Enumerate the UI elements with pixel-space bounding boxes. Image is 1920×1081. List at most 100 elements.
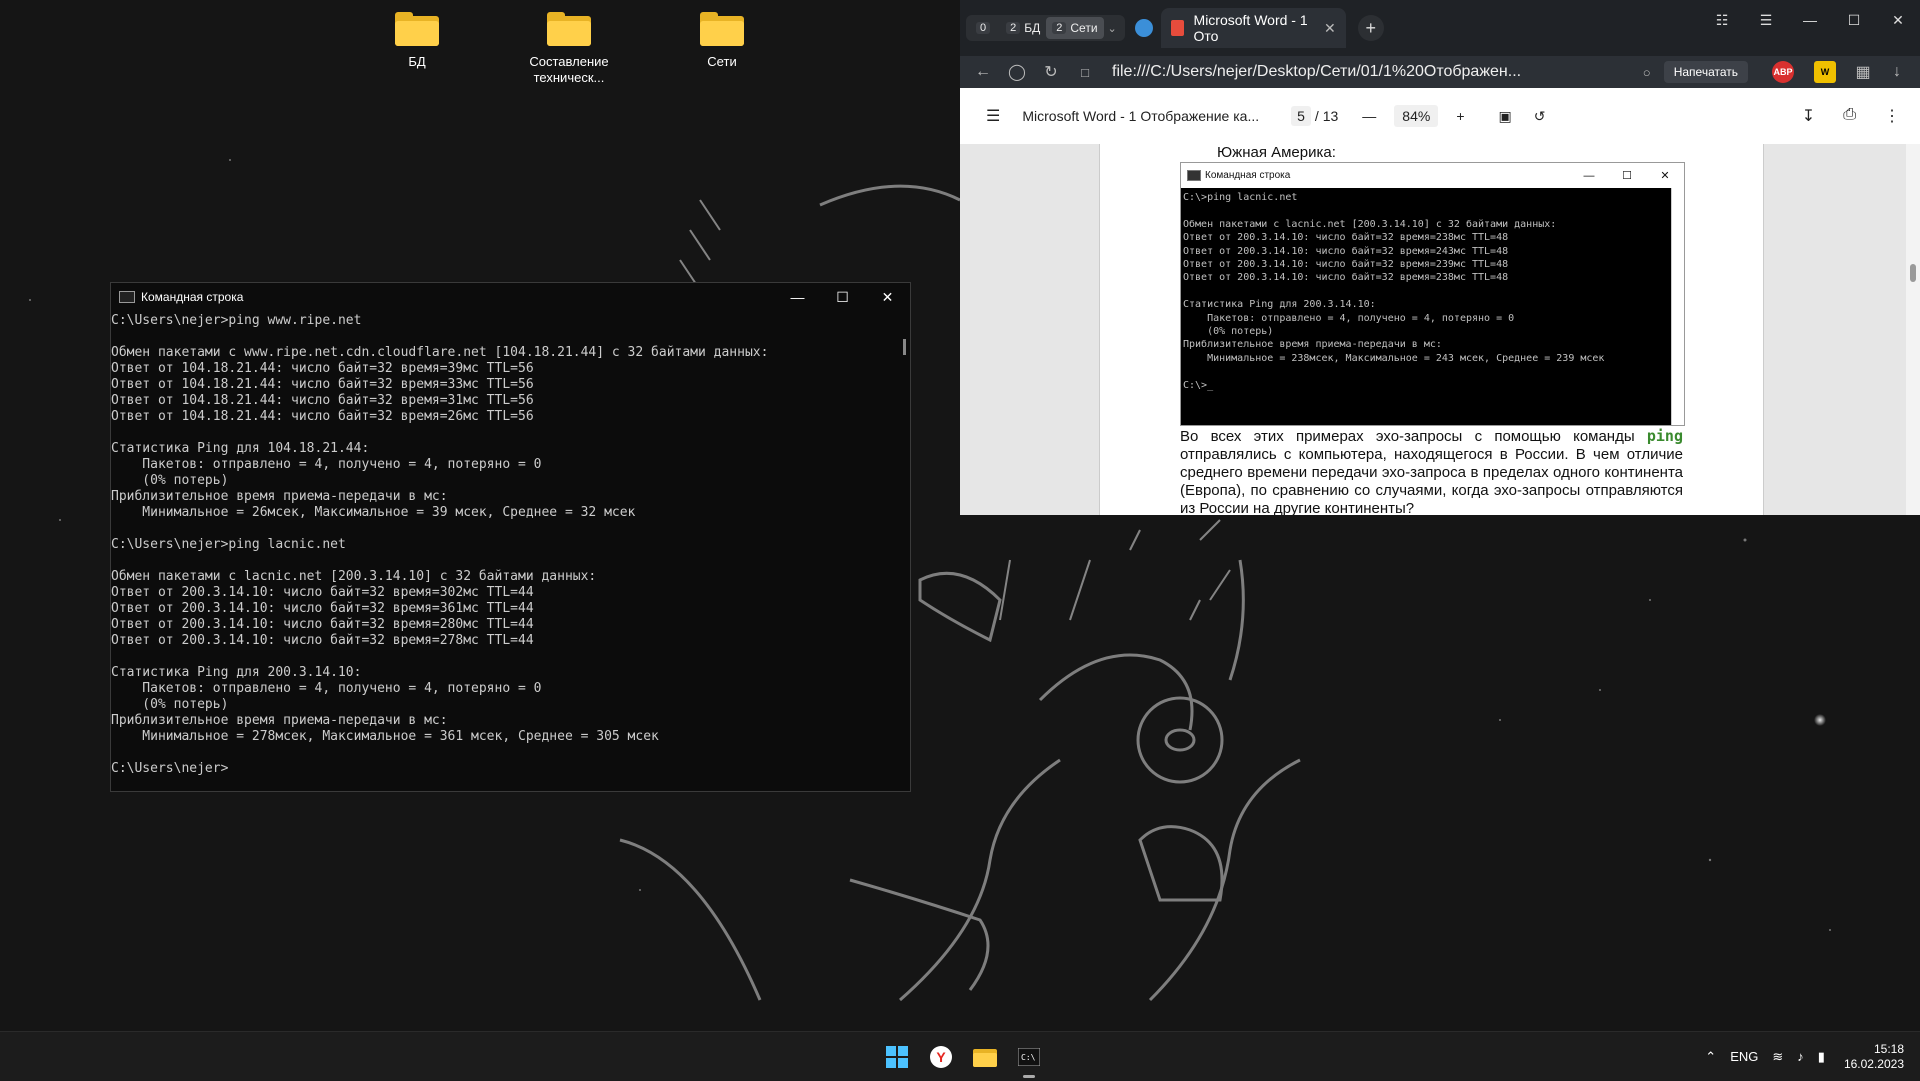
yandex-icon: Y xyxy=(930,1046,952,1068)
tab-bar: 0 2 БД 2 Сети ⌄ Microsoft Word - 1 Ото ✕ +… xyxy=(960,0,1920,56)
zoom-out-button[interactable]: — xyxy=(1362,108,1376,124)
zoom-in-button[interactable]: + xyxy=(1456,108,1464,124)
rotate-icon[interactable]: ↺ xyxy=(1534,108,1546,125)
close-button[interactable]: ✕ xyxy=(865,283,910,311)
tab-active[interactable]: Microsoft Word - 1 Ото ✕ xyxy=(1160,8,1346,48)
terminal-icon: C:\ xyxy=(1018,1048,1040,1066)
zoom-level[interactable]: 84% xyxy=(1394,105,1439,127)
cmd-app-icon xyxy=(1187,170,1201,181)
folder-icon xyxy=(395,12,439,46)
wifi-icon[interactable]: ≋ xyxy=(1772,1049,1783,1065)
clock[interactable]: 15:18 16.02.2023 xyxy=(1844,1042,1904,1072)
desktop-folder-tech[interactable]: Составление техническ... xyxy=(514,0,624,86)
cmd-titlebar[interactable]: Командная строка — ☐ ✕ xyxy=(111,283,910,311)
pdf-actions: ↧ ⎙ ⋮ xyxy=(1802,106,1900,126)
adblock-icon[interactable]: ABP xyxy=(1772,61,1794,83)
window-controls: ☷ ☰ — ☐ ✕ xyxy=(1700,0,1920,40)
desktop-icon-label: Сети xyxy=(707,54,737,69)
folder-icon xyxy=(973,1049,997,1067)
tab-group-label: БД xyxy=(1024,21,1041,35)
page-heading: Южная Америка: xyxy=(1217,144,1336,161)
battery-icon[interactable]: ▮ xyxy=(1818,1049,1825,1065)
back-icon[interactable]: ← xyxy=(966,63,1000,81)
address-bar: ← ◯ ↻ □ file:///C:/Users/nejer/Desktop/С… xyxy=(960,56,1920,88)
cmd-scrollbar[interactable] xyxy=(903,339,906,355)
extensions-icon[interactable]: ▦ xyxy=(1846,62,1880,82)
menu-icon[interactable]: ☰ xyxy=(1744,0,1788,40)
download-icon[interactable]: ↧ xyxy=(1802,106,1815,126)
cmd-text: C:\Users\nejer>ping www.ripe.net Обмен п… xyxy=(111,313,769,776)
svg-text:Y: Y xyxy=(936,1049,946,1065)
pdf-viewer[interactable]: Южная Америка: Командная строка — ☐ ✕ C:… xyxy=(960,144,1920,515)
maximize-button[interactable]: ☐ xyxy=(1832,0,1876,40)
explorer-button[interactable] xyxy=(968,1040,1002,1074)
download-icon[interactable]: ↓ xyxy=(1880,63,1914,81)
file-icon: □ xyxy=(1081,64,1089,80)
pinned-tab-icon[interactable] xyxy=(1134,19,1153,37)
pdf-scrollbar[interactable] xyxy=(1906,144,1920,515)
close-button[interactable]: ✕ xyxy=(1876,0,1920,40)
chevron-down-icon[interactable]: ⌄ xyxy=(1104,22,1121,35)
page-indicator: 5 / 13 xyxy=(1291,106,1338,126)
cmd-taskbar-button[interactable]: C:\ xyxy=(1012,1040,1046,1078)
print-button[interactable]: Напечатать xyxy=(1663,61,1748,83)
extension-w-icon[interactable]: W xyxy=(1814,61,1836,83)
pdf-icon xyxy=(1170,20,1184,36)
para-text: отправлялись с компьютера, находящегося … xyxy=(1180,446,1683,515)
search-icon[interactable]: ○ xyxy=(1630,65,1664,80)
embedded-cmd-text: C:\>ping lacnic.net Обмен пакетами с lac… xyxy=(1183,192,1605,391)
tab-title: Microsoft Word - 1 Ото xyxy=(1193,12,1308,44)
taskbar-apps: Y C:\ xyxy=(880,1040,1046,1078)
yandex-browser-button[interactable]: Y xyxy=(924,1040,958,1074)
folder-icon xyxy=(700,12,744,46)
more-icon[interactable]: ⋮ xyxy=(1884,106,1900,126)
tab-group-0[interactable]: 0 xyxy=(970,17,1000,39)
new-tab-button[interactable]: + xyxy=(1357,15,1384,41)
volume-muted-icon[interactable]: ♪ xyxy=(1797,1049,1804,1064)
browser-window[interactable]: 0 2 БД 2 Сети ⌄ Microsoft Word - 1 Ото ✕ +… xyxy=(960,0,1920,515)
zoom-controls: — 84% + xyxy=(1362,105,1465,127)
embedded-scrollbar xyxy=(1671,188,1684,425)
page-input[interactable]: 5 xyxy=(1291,106,1311,126)
page-total: / 13 xyxy=(1314,108,1339,124)
para-text: Во всех этих примерах эхо-запросы с помо… xyxy=(1180,428,1647,445)
print-icon[interactable]: ⎙ xyxy=(1843,106,1856,126)
desktop-folder-networks[interactable]: Сети xyxy=(667,0,777,70)
embedded-cmd-titlebar: Командная строка — ☐ ✕ xyxy=(1181,163,1684,188)
fit-page-icon[interactable]: ▣ xyxy=(1499,108,1512,125)
tab-group-db[interactable]: 2 БД xyxy=(1000,17,1046,39)
svg-text:C:\: C:\ xyxy=(1021,1053,1036,1062)
pdf-page: Южная Америка: Командная строка — ☐ ✕ C:… xyxy=(1099,144,1764,515)
embedded-cmd-title: Командная строка xyxy=(1205,170,1291,181)
close-icon: ✕ xyxy=(1660,170,1670,182)
tab-group-networks[interactable]: 2 Сети xyxy=(1046,17,1104,39)
chevron-up-icon[interactable]: ⌃ xyxy=(1705,1049,1716,1065)
bookmarks-icon[interactable]: ☷ xyxy=(1700,0,1744,40)
para-code: ping xyxy=(1646,427,1683,445)
tab-group-label: Сети xyxy=(1070,21,1098,35)
pdf-doc-title: Microsoft Word - 1 Отображение ка... xyxy=(1022,108,1260,124)
reload-icon[interactable]: ↻ xyxy=(1034,62,1068,82)
desktop-folder-db[interactable]: БД xyxy=(362,0,472,70)
scroll-thumb[interactable] xyxy=(1910,264,1916,282)
minimize-icon: — xyxy=(1583,169,1595,182)
cmd-window[interactable]: Командная строка — ☐ ✕ C:\Users\nejer>pi… xyxy=(110,282,911,792)
hamburger-icon[interactable]: ☰ xyxy=(986,106,1000,126)
maximize-button[interactable]: ☐ xyxy=(820,283,865,311)
cmd-output[interactable]: C:\Users\nejer>ping www.ripe.net Обмен п… xyxy=(111,313,894,791)
clock-date: 16.02.2023 xyxy=(1843,1056,1904,1071)
language-indicator[interactable]: ENG xyxy=(1730,1049,1758,1064)
pdf-toolbar: ☰ Microsoft Word - 1 Отображение ка... 5… xyxy=(960,88,1920,145)
folder-icon xyxy=(547,12,591,46)
desktop-icon-label: БД xyxy=(408,54,426,69)
tab-close-icon[interactable]: ✕ xyxy=(1324,20,1336,37)
tab-group-count: 2 xyxy=(1006,22,1021,34)
taskbar: Y C:\ ⌃ ENG ≋ ♪ ▮ 15:18 16.02.2023 xyxy=(0,1031,1920,1081)
embedded-cmd-screenshot: Командная строка — ☐ ✕ C:\>ping lacnic.n… xyxy=(1180,162,1685,426)
tab-group-count: 2 xyxy=(1052,22,1067,34)
minimize-button[interactable]: — xyxy=(775,283,820,311)
yandex-icon[interactable]: ◯ xyxy=(1000,62,1034,82)
minimize-button[interactable]: — xyxy=(1788,0,1832,40)
start-button[interactable] xyxy=(880,1040,914,1074)
url-field[interactable]: file:///C:/Users/nejer/Desktop/Сети/01/1… xyxy=(1112,63,1630,81)
